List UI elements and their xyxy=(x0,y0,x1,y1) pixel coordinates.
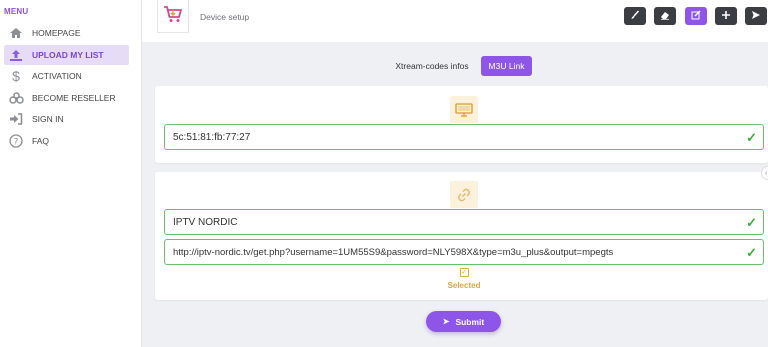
logo[interactable] xyxy=(157,0,189,33)
sidebar-heading: MENU xyxy=(4,7,29,16)
check-icon: ✓ xyxy=(746,215,757,230)
send-button[interactable] xyxy=(745,7,767,25)
sidebar-item-activation[interactable]: $ ACTIVATION xyxy=(4,66,129,86)
playlist-name-field[interactable]: IPTV NORDIC ✓ xyxy=(164,209,764,235)
send-icon: ➤ xyxy=(442,317,450,326)
link-icon xyxy=(450,181,478,208)
brush-button[interactable] xyxy=(624,7,646,25)
brush-icon xyxy=(630,10,640,22)
sidebar-item-label: BECOME RESELLER xyxy=(32,93,116,103)
edit-button[interactable] xyxy=(685,7,707,25)
sidebar-item-sign-in[interactable]: SIGN IN xyxy=(4,109,129,129)
sidebar-item-label: HOMEPAGE xyxy=(32,28,81,38)
submit-button[interactable]: ➤ Submit xyxy=(426,311,501,332)
svg-text:?: ? xyxy=(14,138,19,148)
mac-address-value: 5c:51:81:fb:77:27 xyxy=(173,131,251,143)
add-button[interactable] xyxy=(715,7,737,25)
tab-xtream-codes[interactable]: Xtream-codes infos xyxy=(392,56,472,76)
tab-m3u-link[interactable]: M3U Link xyxy=(481,56,532,76)
cart-icon xyxy=(163,5,183,28)
playlist-card: IPTV NORDIC ✓ http://iptv-nordic.tv/get.… xyxy=(155,172,768,300)
plus-icon xyxy=(721,10,731,22)
mac-address-field[interactable]: 5c:51:81:fb:77:27 ✓ xyxy=(164,124,764,150)
home-icon xyxy=(8,25,24,41)
side-panel-toggle[interactable]: ‹ xyxy=(761,166,768,180)
sidebar-item-upload-my-list[interactable]: UPLOAD MY LIST xyxy=(4,45,129,65)
edit-icon xyxy=(691,10,701,22)
sign-in-icon xyxy=(8,111,24,127)
selected-checkbox-icon: ✓ xyxy=(459,268,469,277)
playlist-name-value: IPTV NORDIC xyxy=(173,216,238,228)
chevron-left-icon: ‹ xyxy=(765,169,768,177)
send-icon xyxy=(751,10,761,22)
eraser-button[interactable] xyxy=(654,7,676,25)
sidebar-item-label: UPLOAD MY LIST xyxy=(32,50,104,60)
sidebar-item-homepage[interactable]: HOMEPAGE xyxy=(4,23,129,43)
sidebar-item-become-reseller[interactable]: BECOME RESELLER xyxy=(4,88,129,108)
monitor-icon xyxy=(450,96,478,123)
page-title: Device setup xyxy=(200,12,250,22)
question-icon: ? xyxy=(8,133,24,149)
check-icon: ✓ xyxy=(746,130,757,145)
upload-icon xyxy=(8,47,24,63)
playlist-url-value: http://iptv-nordic.tv/get.php?username=1… xyxy=(173,246,614,258)
eraser-icon xyxy=(660,10,670,22)
playlist-url-field[interactable]: http://iptv-nordic.tv/get.php?username=1… xyxy=(164,239,764,265)
reseller-icon xyxy=(8,90,24,106)
submit-label: Submit xyxy=(455,316,485,327)
check-icon: ✓ xyxy=(746,245,757,260)
sidebar: MENU HOMEPAGE UPLOAD MY LIST $ ACTIVATIO… xyxy=(0,0,142,347)
sidebar-item-label: FAQ xyxy=(32,136,50,146)
selected-label: Selected xyxy=(447,281,481,290)
device-card: 5c:51:81:fb:77:27 ✓ xyxy=(155,86,768,163)
selected-indicator[interactable]: ✓ Selected xyxy=(425,268,503,290)
top-bar: Device setup xyxy=(142,0,768,42)
sidebar-item-label: SIGN IN xyxy=(32,114,64,124)
dollar-icon: $ xyxy=(12,68,20,84)
sidebar-item-faq[interactable]: ? FAQ xyxy=(4,131,129,151)
sidebar-item-label: ACTIVATION xyxy=(32,71,82,81)
